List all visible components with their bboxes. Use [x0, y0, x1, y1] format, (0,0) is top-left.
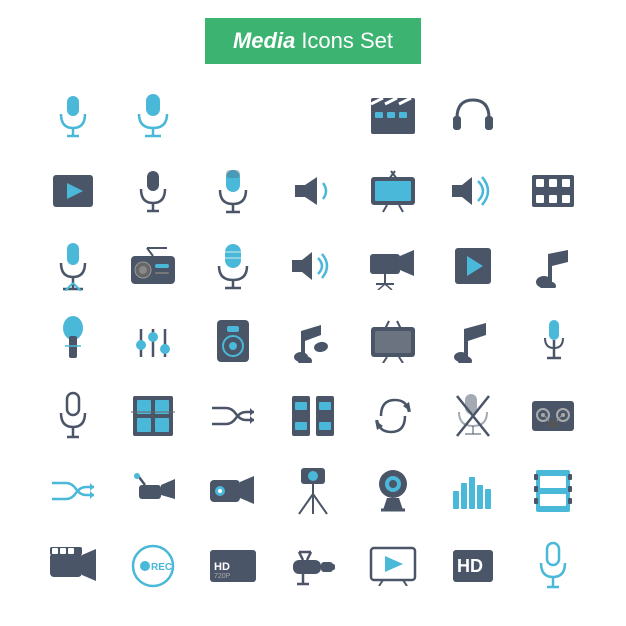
shuffle-icon: [193, 380, 273, 452]
video-player-icon: [33, 155, 113, 227]
empty-1-4: [273, 80, 353, 152]
headphones-icon: [433, 80, 513, 152]
clapperboard-icon: [353, 80, 433, 152]
tv-blue-icon: [353, 155, 433, 227]
svg-text:REC: REC: [151, 562, 172, 573]
speaker-high-icon: [433, 155, 513, 227]
icons-grid: REC HD 720P: [23, 74, 603, 607]
mic-blue-large-icon: [113, 80, 193, 152]
speaker-box-icon: [193, 305, 273, 377]
svg-text:HD: HD: [214, 561, 230, 573]
mic-blue-outline-bottom-icon: [513, 530, 593, 602]
hd-label-icon: HD: [433, 530, 513, 602]
film-strip-icon: [513, 155, 593, 227]
shuffle2-icon: [33, 455, 113, 527]
rec-button-icon: REC: [113, 530, 193, 602]
reload-icon: [353, 380, 433, 452]
security-cam-icon: [113, 455, 193, 527]
title-rest: Icons Set: [301, 28, 393, 54]
mic-blue-small-icon: [33, 80, 113, 152]
music-note3-icon: [433, 305, 513, 377]
webcam-icon: [353, 455, 433, 527]
title-box: Media Icons Set: [205, 18, 421, 64]
speaker-low-icon: [273, 155, 353, 227]
handheld-mic-icon: [33, 305, 113, 377]
equalizer-bars-icon: [433, 455, 513, 527]
movie-cam-icon: [33, 530, 113, 602]
tv-dark-icon: [353, 305, 433, 377]
empty-1-7: [513, 80, 593, 152]
play-button-square-icon: [433, 230, 513, 302]
svg-text:HD: HD: [457, 556, 483, 576]
mic-stand-icon: [33, 230, 113, 302]
video-camera-icon: [353, 230, 433, 302]
speaker-med-icon: [273, 230, 353, 302]
mic-dark-medium-icon: [113, 155, 193, 227]
video-cam2-icon: [193, 455, 273, 527]
tripod-cam-icon: [273, 455, 353, 527]
equalizer-sliders-icon: [113, 305, 193, 377]
cassette-icon: [513, 380, 593, 452]
header-area: Media Icons Set: [0, 0, 626, 74]
film-reel-icon: [113, 380, 193, 452]
mic-desk-icon: [513, 305, 593, 377]
svg-text:720P: 720P: [214, 573, 231, 580]
empty-1-3: [193, 80, 273, 152]
title-bold: Media: [233, 28, 295, 54]
film-strip2-icon: [513, 455, 593, 527]
radio-icon: [113, 230, 193, 302]
mic-outline-icon: [33, 380, 113, 452]
mic-crossed-icon: [433, 380, 513, 452]
film-double-icon: [273, 380, 353, 452]
hd-720p-icon: HD 720P: [193, 530, 273, 602]
mic-blue-medium-icon: [193, 155, 273, 227]
screen-play-icon: [353, 530, 433, 602]
music-note-icon: [513, 230, 593, 302]
cctv-icon: [273, 530, 353, 602]
mic-blue-round-icon: [193, 230, 273, 302]
music-note2-icon: [273, 305, 353, 377]
